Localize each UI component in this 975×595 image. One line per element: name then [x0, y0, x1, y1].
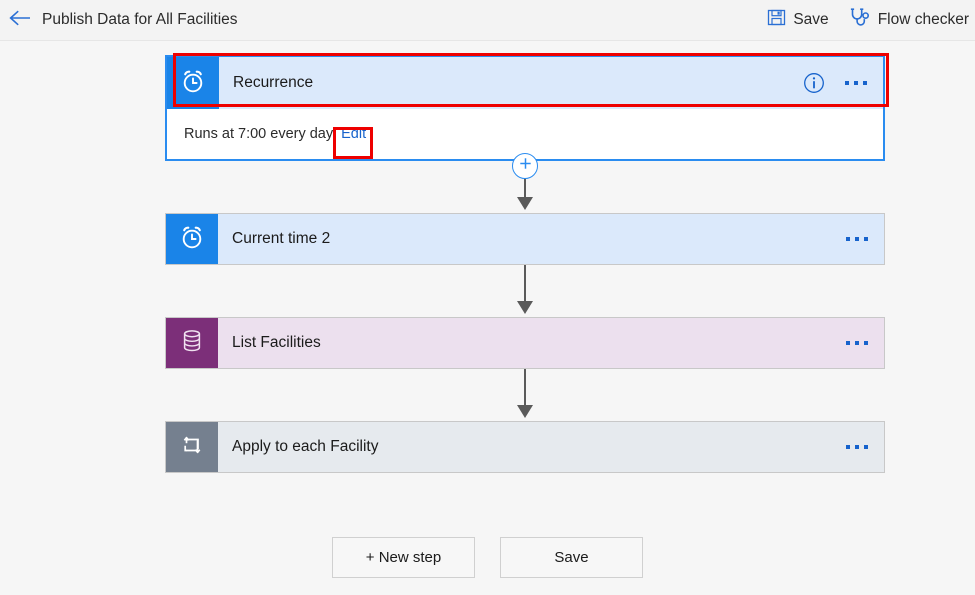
ellipsis-dot	[864, 341, 868, 345]
alarm-clock-icon	[178, 223, 206, 256]
page-title: Publish Data for All Facilities	[42, 11, 238, 28]
trigger-card-menu-button[interactable]	[839, 77, 873, 89]
info-circle-icon[interactable]	[803, 72, 825, 94]
trigger-card-title: Recurrence	[233, 74, 314, 91]
step-card-menu-button[interactable]	[840, 441, 874, 453]
connector-line	[524, 265, 526, 306]
save-bottom-button[interactable]: Save	[500, 537, 643, 578]
connector-2	[165, 265, 885, 317]
ellipsis-dot	[864, 237, 868, 241]
ellipsis-dot	[845, 81, 849, 85]
step-card-body: Apply to each Facility	[218, 422, 884, 472]
header-actions: Save Flow checker	[767, 7, 975, 33]
loop-repeat-icon	[178, 431, 206, 464]
step-card-title: List Facilities	[232, 334, 321, 351]
connector-line	[524, 369, 526, 410]
ellipsis-dot	[846, 341, 850, 345]
trigger-card-icon-box	[167, 57, 219, 109]
step-card-current-time-2[interactable]: Current time 2	[165, 213, 885, 265]
ellipsis-dot	[864, 445, 868, 449]
save-button-label: Save	[793, 11, 829, 28]
add-step-button[interactable]	[512, 153, 538, 179]
step-card-title: Apply to each Facility	[232, 438, 379, 455]
trigger-card-recurrence[interactable]: Recurrence Runs at 7:00 every day Edit	[165, 53, 889, 161]
ellipsis-dot	[846, 445, 850, 449]
alarm-clock-icon	[179, 67, 207, 100]
connector-arrow-icon	[517, 197, 533, 210]
flow-checker-button[interactable]: Flow checker	[849, 7, 969, 33]
trigger-card-actions	[803, 72, 873, 94]
connector-arrow-icon	[517, 301, 533, 314]
trigger-detail-text: Runs at 7:00 every day	[184, 126, 334, 142]
step-card-actions	[840, 233, 874, 245]
database-icon	[178, 327, 206, 360]
trigger-card-header[interactable]: Recurrence	[167, 57, 883, 109]
flow-column: Recurrence Runs at 7:00 every day Edit C…	[165, 53, 889, 473]
step-card-icon-box	[166, 318, 218, 368]
arrow-left-icon	[9, 9, 31, 32]
stethoscope-icon	[849, 7, 871, 33]
trigger-detail-row: Runs at 7:00 every day Edit	[167, 109, 883, 159]
ellipsis-dot	[855, 341, 859, 345]
step-card-icon-box	[166, 422, 218, 472]
back-button[interactable]	[0, 0, 40, 40]
step-card-list-facilities[interactable]: List Facilities	[165, 317, 885, 369]
step-card-title: Current time 2	[232, 230, 331, 247]
ellipsis-dot	[855, 237, 859, 241]
trigger-edit-link[interactable]: Edit	[341, 126, 366, 142]
step-card-actions	[840, 337, 874, 349]
step-card-menu-button[interactable]	[840, 337, 874, 349]
connector-arrow-icon	[517, 405, 533, 418]
connector-3	[165, 369, 885, 421]
step-card-menu-button[interactable]	[840, 233, 874, 245]
trigger-card-body: Recurrence	[219, 57, 883, 109]
flow-canvas: Recurrence Runs at 7:00 every day Edit C…	[0, 41, 975, 595]
ellipsis-dot	[854, 81, 858, 85]
step-card-apply-to-each-facility[interactable]: Apply to each Facility	[165, 421, 885, 473]
new-step-button[interactable]: + New step	[332, 537, 475, 578]
step-card-icon-box	[166, 214, 218, 264]
ellipsis-dot	[863, 81, 867, 85]
app-header: Publish Data for All Facilities Save Flo…	[0, 0, 975, 41]
ellipsis-dot	[846, 237, 850, 241]
ellipsis-dot	[855, 445, 859, 449]
bottom-action-bar: + New step Save	[0, 537, 975, 578]
connector-1	[165, 153, 885, 213]
plus-circle-icon	[519, 157, 532, 175]
save-button[interactable]: Save	[767, 8, 829, 32]
save-floppy-icon	[767, 8, 786, 32]
step-card-body: List Facilities	[218, 318, 884, 368]
step-card-actions	[840, 441, 874, 453]
flow-checker-label: Flow checker	[877, 11, 969, 28]
step-card-body: Current time 2	[218, 214, 884, 264]
